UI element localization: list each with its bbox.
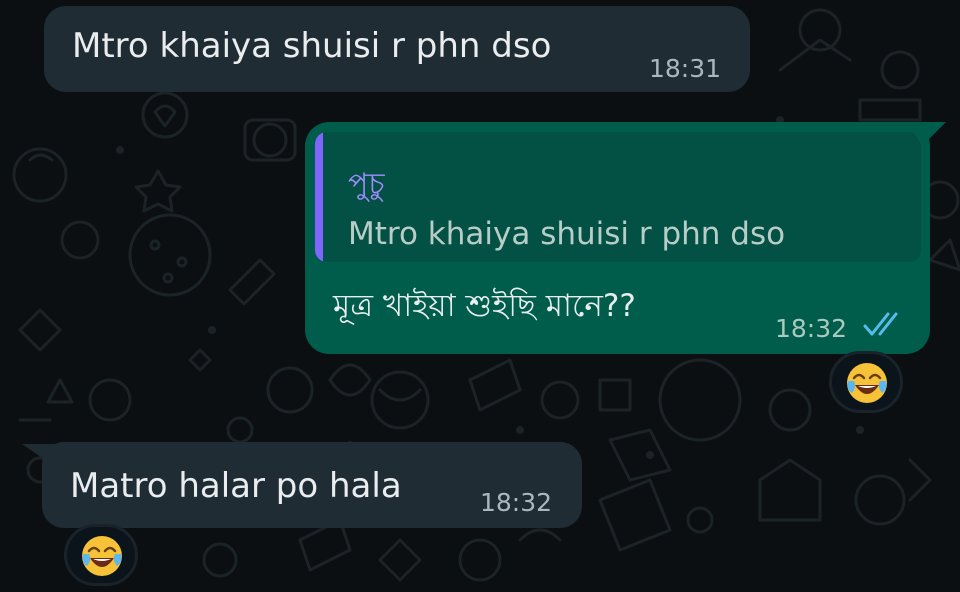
message-timestamp: 18:31 (649, 54, 722, 83)
incoming-message-bubble[interactable]: Matro halar po hala 18:32 (42, 442, 582, 528)
laughing-tears-emoji-icon (82, 536, 122, 576)
quoted-author: পুচু (348, 167, 385, 202)
quote-accent-bar (315, 132, 323, 262)
laughing-tears-emoji-icon (847, 363, 887, 403)
message-text: Mtro khaiya shuisi r phn dso (72, 26, 552, 66)
outgoing-message-bubble[interactable]: পুচু Mtro khaiya shuisi r phn dso মূত্র … (305, 122, 930, 354)
message-timestamp: 18:32 (775, 314, 848, 343)
reaction-badge[interactable] (829, 351, 903, 413)
reaction-badge[interactable] (64, 524, 138, 586)
incoming-message-bubble[interactable]: Mtro khaiya shuisi r phn dso 18:31 (44, 6, 750, 92)
message-text: Matro halar po hala (70, 466, 402, 506)
quoted-message[interactable]: পুচু Mtro khaiya shuisi r phn dso (315, 132, 921, 262)
quoted-text: Mtro khaiya shuisi r phn dso (348, 216, 786, 252)
double-check-icon (863, 312, 898, 336)
bubble-tail (908, 122, 946, 146)
message-timestamp: 18:32 (480, 488, 553, 517)
message-text: মূত্র খাইয়া শুইছি মানে?? (333, 288, 636, 324)
